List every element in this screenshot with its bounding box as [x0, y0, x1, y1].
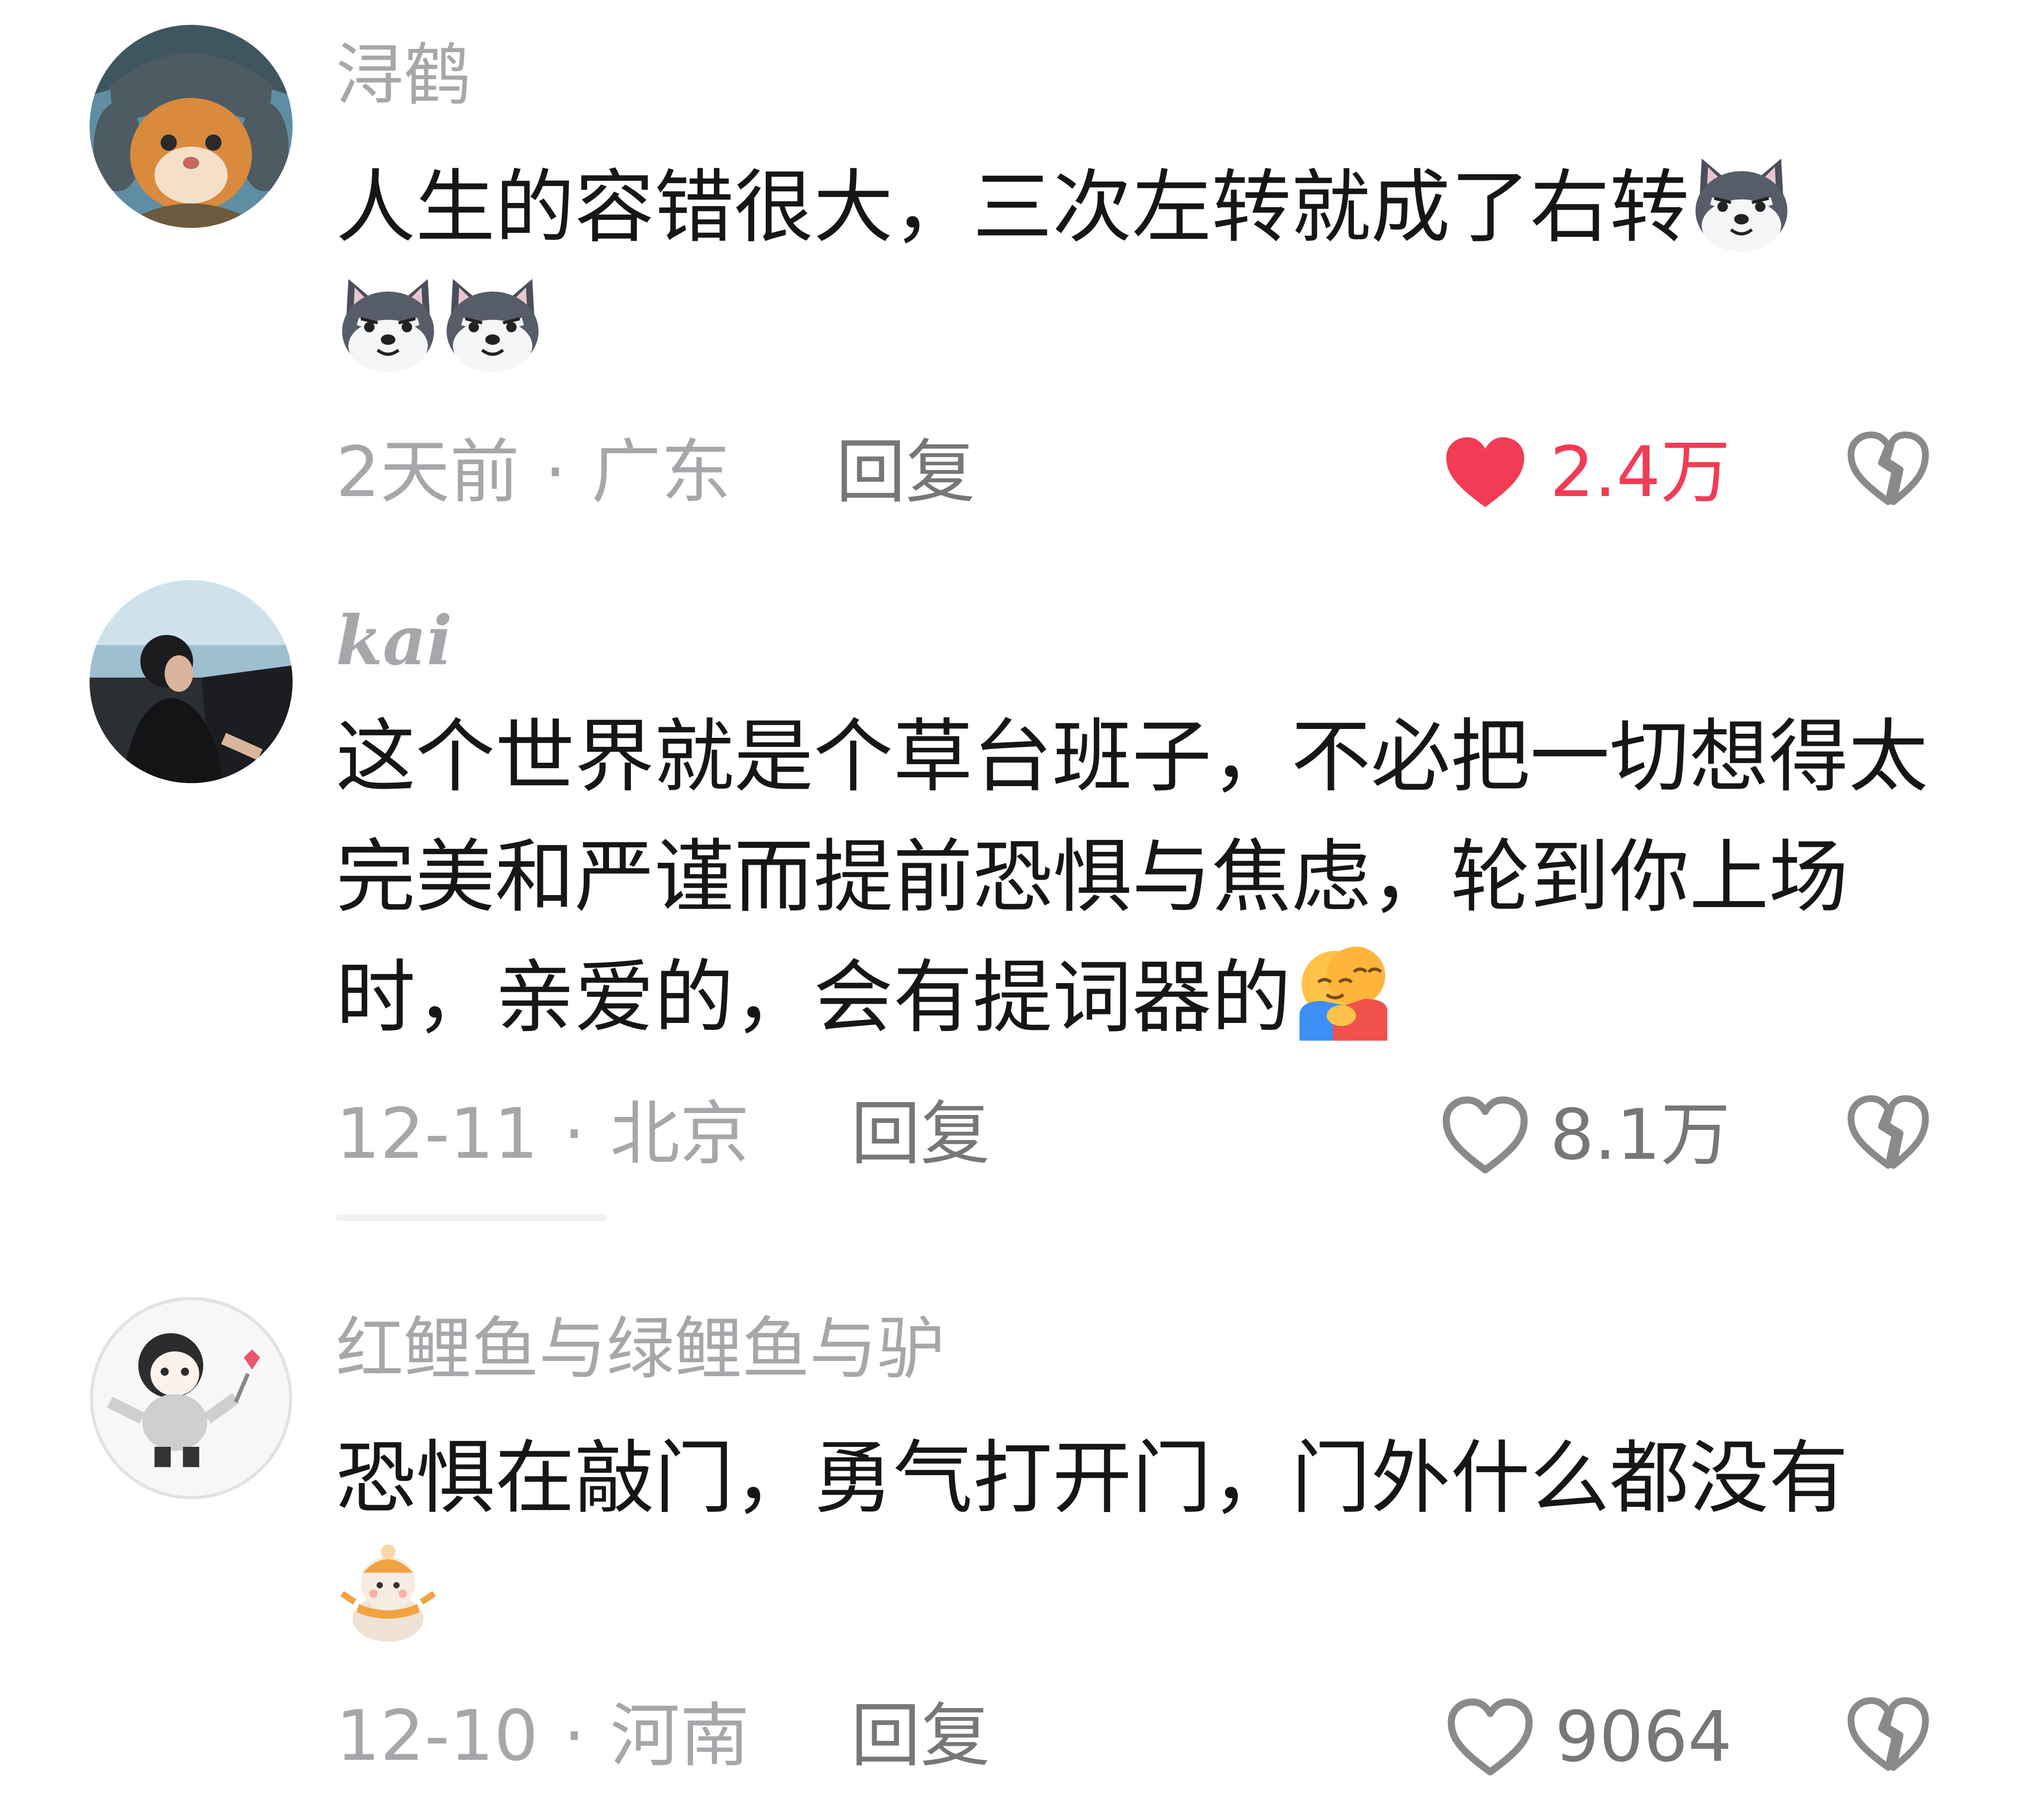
meta-separator: ·: [563, 1094, 586, 1175]
broken-heart-icon[interactable]: [1846, 1695, 1931, 1774]
comment-text: 恐惧在敲门，勇气打开门，门外什么都没有: [336, 1418, 1933, 1659]
username[interactable]: kai: [336, 601, 452, 681]
broken-heart-icon[interactable]: [1846, 429, 1931, 508]
comment-meta: 12-11 · 北京: [336, 1095, 749, 1174]
husky-emoji: [336, 271, 440, 375]
comment-location: 广东: [591, 432, 731, 513]
meta-separator: ·: [544, 432, 567, 513]
reply-button[interactable]: 回复: [851, 1697, 990, 1776]
hug-emoji: [1291, 940, 1396, 1045]
avatar[interactable]: [90, 1297, 293, 1500]
replies-divider: [336, 1214, 607, 1221]
avatar[interactable]: [90, 25, 293, 228]
heart-filled-icon: [1440, 433, 1530, 512]
reply-button[interactable]: 回复: [836, 433, 975, 512]
comment-text: 人生的容错很大，三次左转就成了右转: [336, 147, 1933, 388]
like-count: 9064: [1555, 1697, 1732, 1778]
reply-button[interactable]: 回复: [851, 1095, 990, 1174]
like-count: 8.1万: [1550, 1095, 1731, 1176]
comment-time: 12-11: [336, 1094, 538, 1175]
comment-time: 2天前: [336, 432, 520, 513]
like-button[interactable]: 8.1万: [1440, 1091, 1731, 1180]
comment-time: 12-10: [336, 1696, 538, 1777]
avatar[interactable]: [90, 580, 293, 783]
comment-text-content: 人生的容错很大，三次左转就成了右转: [336, 161, 1690, 254]
comment-location: 河南: [610, 1696, 750, 1777]
snowman-emoji: [336, 1541, 440, 1646]
comment-text: 这个世界就是个草台班子，不必把一切想得太完美和严谨而提前恐惧与焦虑，轮到你上场时…: [336, 697, 1933, 1058]
broken-heart-icon[interactable]: [1846, 1093, 1931, 1172]
person-avatar-image: [90, 580, 293, 783]
comment-text-content: 恐惧在敲门，勇气打开门，门外什么都没有: [336, 1431, 1849, 1524]
like-count: 2.4万: [1550, 432, 1731, 513]
heart-outline-icon: [1440, 1096, 1530, 1175]
husky-emoji: [440, 271, 545, 375]
cartoon-avatar-image: [90, 1297, 293, 1500]
comment-location: 北京: [610, 1094, 750, 1175]
comment-meta: 12-10 · 河南: [336, 1697, 749, 1776]
like-button[interactable]: 2.4万: [1440, 428, 1731, 517]
username[interactable]: 浔鹤: [336, 36, 471, 115]
username[interactable]: 红鲤鱼与绿鲤鱼与驴: [336, 1310, 945, 1389]
like-button[interactable]: 9064: [1445, 1693, 1732, 1782]
heart-outline-icon: [1445, 1698, 1535, 1777]
cat-avatar-image: [90, 25, 293, 228]
husky-emoji: [1689, 150, 1794, 255]
meta-separator: ·: [563, 1696, 586, 1777]
comment-meta: 2天前 · 广东: [336, 433, 731, 512]
comment-text-content: 这个世界就是个草台班子，不必把一切想得太完美和严谨而提前恐惧与焦虑，轮到你上场时…: [336, 710, 1929, 1044]
